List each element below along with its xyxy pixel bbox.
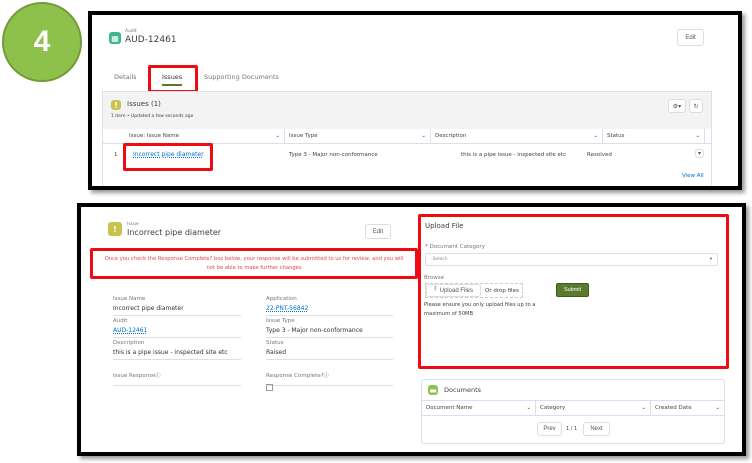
chevron-down-icon: ⌄: [275, 133, 280, 139]
row-actions-button[interactable]: ▾: [695, 149, 704, 158]
application-field: Application 22-PNT-56842: [266, 296, 393, 316]
prev-button[interactable]: Prev: [537, 422, 562, 436]
col-issue-name[interactable]: Issue: Issue Name ⌄: [125, 129, 285, 143]
tab-details[interactable]: Details: [114, 73, 137, 81]
col-label: Issue Type: [289, 133, 318, 139]
field-value: Incorrect pipe diameter: [113, 305, 184, 312]
drop-files-text: Or drop files: [485, 287, 519, 294]
document-category-label: * Document Category: [425, 244, 485, 250]
view-all-link[interactable]: View All: [682, 173, 704, 179]
col-label: Status: [607, 133, 625, 139]
field-label: Issue Response: [113, 373, 156, 379]
upload-files-button[interactable]: ⤒ Upload Files: [426, 284, 481, 297]
col-label: Document Name: [426, 405, 473, 411]
refresh-button[interactable]: ↻: [689, 99, 703, 113]
upload-title: Upload File: [425, 222, 464, 230]
col-description[interactable]: Description ⌄: [431, 129, 603, 143]
upload-icon: ⤒: [433, 287, 437, 293]
warning-banner: Once you check the Response Complete? bo…: [90, 248, 418, 279]
col-label: Category: [540, 405, 566, 411]
dropdown-arrow-icon: ▾: [709, 257, 712, 262]
field-value: Raised: [266, 349, 287, 356]
documents-panel: ▬ Documents Document Name ⌄ Category ⌄ Cre…: [421, 379, 725, 444]
issue-link-highlight: [123, 143, 213, 171]
field-label: Application: [266, 296, 297, 302]
field-value: Type 3 - Major non-conformance: [266, 327, 363, 334]
record-title: AUD-12461: [125, 35, 177, 45]
chevron-down-icon: ⌄: [695, 133, 700, 139]
label-text: Document Category: [429, 244, 485, 250]
edit-button[interactable]: Edit: [365, 224, 391, 239]
info-icon: ⓘ: [323, 373, 329, 379]
col-label: Created Date: [655, 405, 692, 411]
field-label: Response Complete?: [266, 373, 324, 379]
col-issue-type[interactable]: Issue Type ⌄: [285, 129, 431, 143]
issue-type: Type 3 - Major non-conformance: [289, 152, 378, 158]
field-label: Status: [266, 340, 284, 346]
field-label: Description: [113, 340, 145, 346]
row-number: 1: [114, 152, 118, 158]
issue-type-field: Issue Type Type 3 - Major non-conformance: [266, 318, 393, 338]
next-button[interactable]: Next: [583, 422, 610, 436]
col-status[interactable]: Status ⌄: [603, 129, 705, 143]
audit-link[interactable]: AUD-12461: [113, 327, 241, 334]
issue-name-field: Issue Name Incorrect pipe diameter: [113, 296, 241, 316]
issues-subtitle: 1 item • Updated a few seconds ago: [111, 114, 194, 119]
issues-related-list: ! Issues (1) 1 item • Updated a few seco…: [102, 91, 712, 186]
tab-supporting-documents[interactable]: Supporting Documents: [204, 73, 279, 81]
chevron-down-icon: ⌄: [715, 405, 720, 411]
col-label: Description: [435, 133, 467, 139]
issue-icon: !: [108, 222, 122, 236]
issues-title: Issues (1): [127, 100, 161, 108]
col-label: Issue: Issue Name: [129, 133, 180, 139]
issue-response-field[interactable]: Issue Responseⓘ: [113, 362, 241, 386]
edit-button[interactable]: Edit: [677, 29, 704, 46]
application-link[interactable]: 22-PNT-56842: [266, 305, 393, 312]
chevron-down-icon: ⌄: [526, 405, 531, 411]
col-document-name[interactable]: Document Name ⌄: [422, 401, 536, 415]
field-label: Issue Type: [266, 318, 295, 324]
response-complete-checkbox[interactable]: [266, 384, 273, 391]
issue-title: Incorrect pipe diameter: [127, 228, 222, 237]
file-dropzone[interactable]: ⤒ Upload Files Or drop files: [425, 283, 523, 298]
upload-file-panel: Upload File * Document Category -Select-…: [418, 214, 729, 369]
button-label: Upload Files: [439, 287, 473, 294]
col-category[interactable]: Category ⌄: [536, 401, 651, 415]
page-indicator: 1 / 1: [566, 426, 578, 432]
object-label: Issue: [127, 222, 139, 227]
document-category-select[interactable]: -Select- ▾: [425, 253, 718, 266]
description-field: Description this is a pipe issue - inspec…: [113, 340, 241, 360]
select-value: -Select-: [431, 257, 449, 262]
step-badge: 4: [2, 2, 82, 82]
issues-tab-highlight: [148, 65, 198, 93]
documents-icon: ▬: [428, 385, 438, 395]
issue-status: Resolved: [587, 152, 612, 158]
response-complete-field: Response Complete?ⓘ: [266, 362, 393, 391]
col-created-date[interactable]: Created Date ⌄: [651, 401, 724, 415]
field-label: Audit: [113, 318, 128, 324]
browse-label: Browse: [424, 275, 445, 281]
object-label: Audit: [125, 29, 137, 34]
chevron-down-icon: ⌄: [593, 133, 598, 139]
issue-page: ! Issue Incorrect pipe diameter Edit Onc…: [77, 203, 746, 456]
warning-text: Once you check the Response Complete? bo…: [104, 255, 404, 271]
issue-icon: !: [111, 100, 121, 110]
issue-details: Issue Name Incorrect pipe diameter Applic…: [113, 296, 403, 396]
upload-note: Please ensure you only upload files up t…: [424, 302, 536, 317]
issue-description: this is a pipe issue - inspected site et…: [461, 152, 567, 158]
audit-field: Audit AUD-12461: [113, 318, 241, 338]
audit-panel: ▦ Audit AUD-12461 Edit Details Issues Su…: [88, 11, 742, 190]
field-value: this is a pipe issue - inspected site et…: [113, 349, 228, 356]
info-icon: ⓘ: [155, 373, 161, 379]
submit-button[interactable]: Submit: [556, 283, 589, 297]
chevron-down-icon: ⌄: [641, 405, 646, 411]
field-label: Issue Name: [113, 296, 146, 302]
status-field: Status Raised: [266, 340, 393, 360]
settings-button[interactable]: ⚙▾: [668, 99, 686, 113]
audit-icon: ▦: [109, 32, 121, 44]
chevron-down-icon: ⌄: [421, 133, 426, 139]
documents-title: Documents: [444, 386, 482, 394]
